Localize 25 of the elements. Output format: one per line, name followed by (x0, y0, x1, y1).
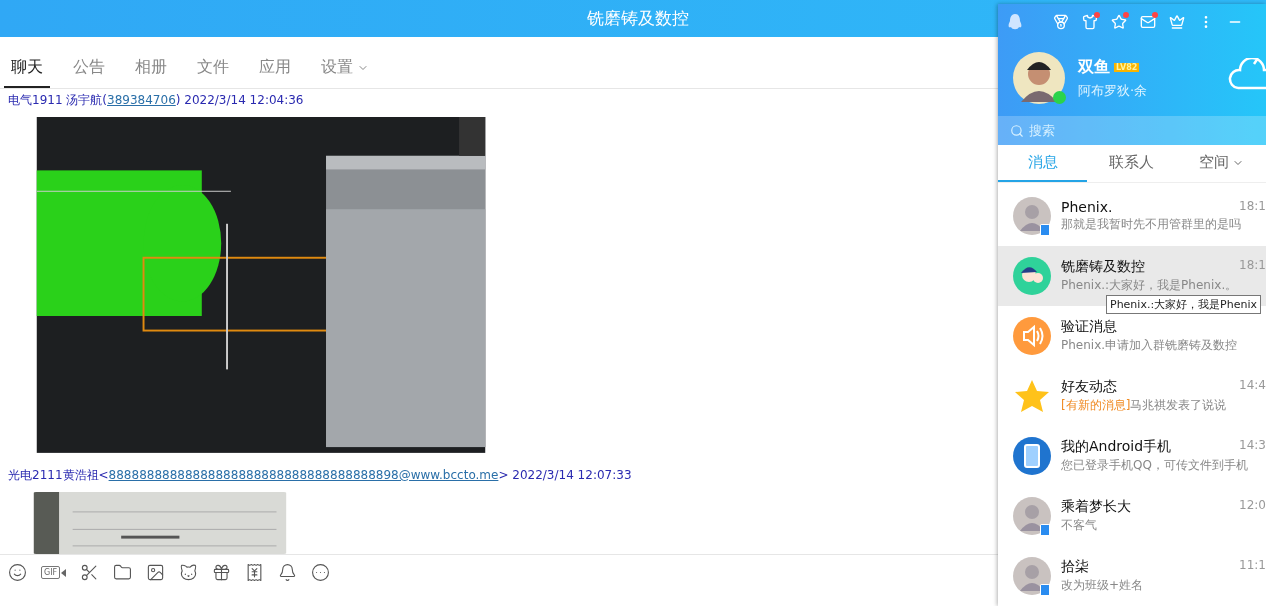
conversation-name: 拾柒 (1061, 558, 1089, 576)
conversation-preview: [有新的消息]马兆祺发表了说说 (1061, 397, 1228, 414)
conversation-name: 乘着梦长大 (1061, 498, 1131, 516)
conversation-time: 14:3 (1239, 438, 1266, 454)
conversation-name: Phenix. (1061, 199, 1113, 215)
conversation-preview: 您已登录手机QQ，可传文件到手机 (1061, 457, 1249, 474)
conversation-name: 好友动态 (1061, 378, 1117, 396)
profile-name: 双鱼 (1078, 56, 1110, 78)
conversation-time: 18:1 (1239, 258, 1266, 274)
level-badge: LV82 (1114, 62, 1140, 72)
conversation-name: 我的Android手机 (1061, 438, 1172, 456)
conversation-name: 铣磨铸及数控 (1061, 258, 1145, 276)
profile-signature: 阿布罗狄·余 (1078, 81, 1148, 100)
conversation-preview: 那就是我暂时先不用管群里的是吗 (1061, 216, 1242, 233)
window-title: 铣磨铸及数控 (587, 7, 689, 30)
conversation-preview: Phenix.:大家好，我是Phenix.。 (1061, 277, 1239, 294)
conversation-time: 14:4 (1239, 378, 1266, 394)
conversation-time: 12:0 (1239, 498, 1266, 514)
conversation-time: 18:1 (1239, 199, 1266, 215)
conversation-preview: 不客气 (1061, 517, 1098, 534)
conversation-preview: 改为班级+姓名 (1061, 577, 1145, 594)
conversation-name: 验证消息 (1061, 318, 1117, 336)
tooltip: Phenix.:大家好，我是Phenix (1106, 295, 1262, 314)
conversation-preview: Phenix.申请加入群铣磨铸及数控 (1061, 337, 1239, 354)
conversation-time: 11:1 (1239, 558, 1266, 574)
